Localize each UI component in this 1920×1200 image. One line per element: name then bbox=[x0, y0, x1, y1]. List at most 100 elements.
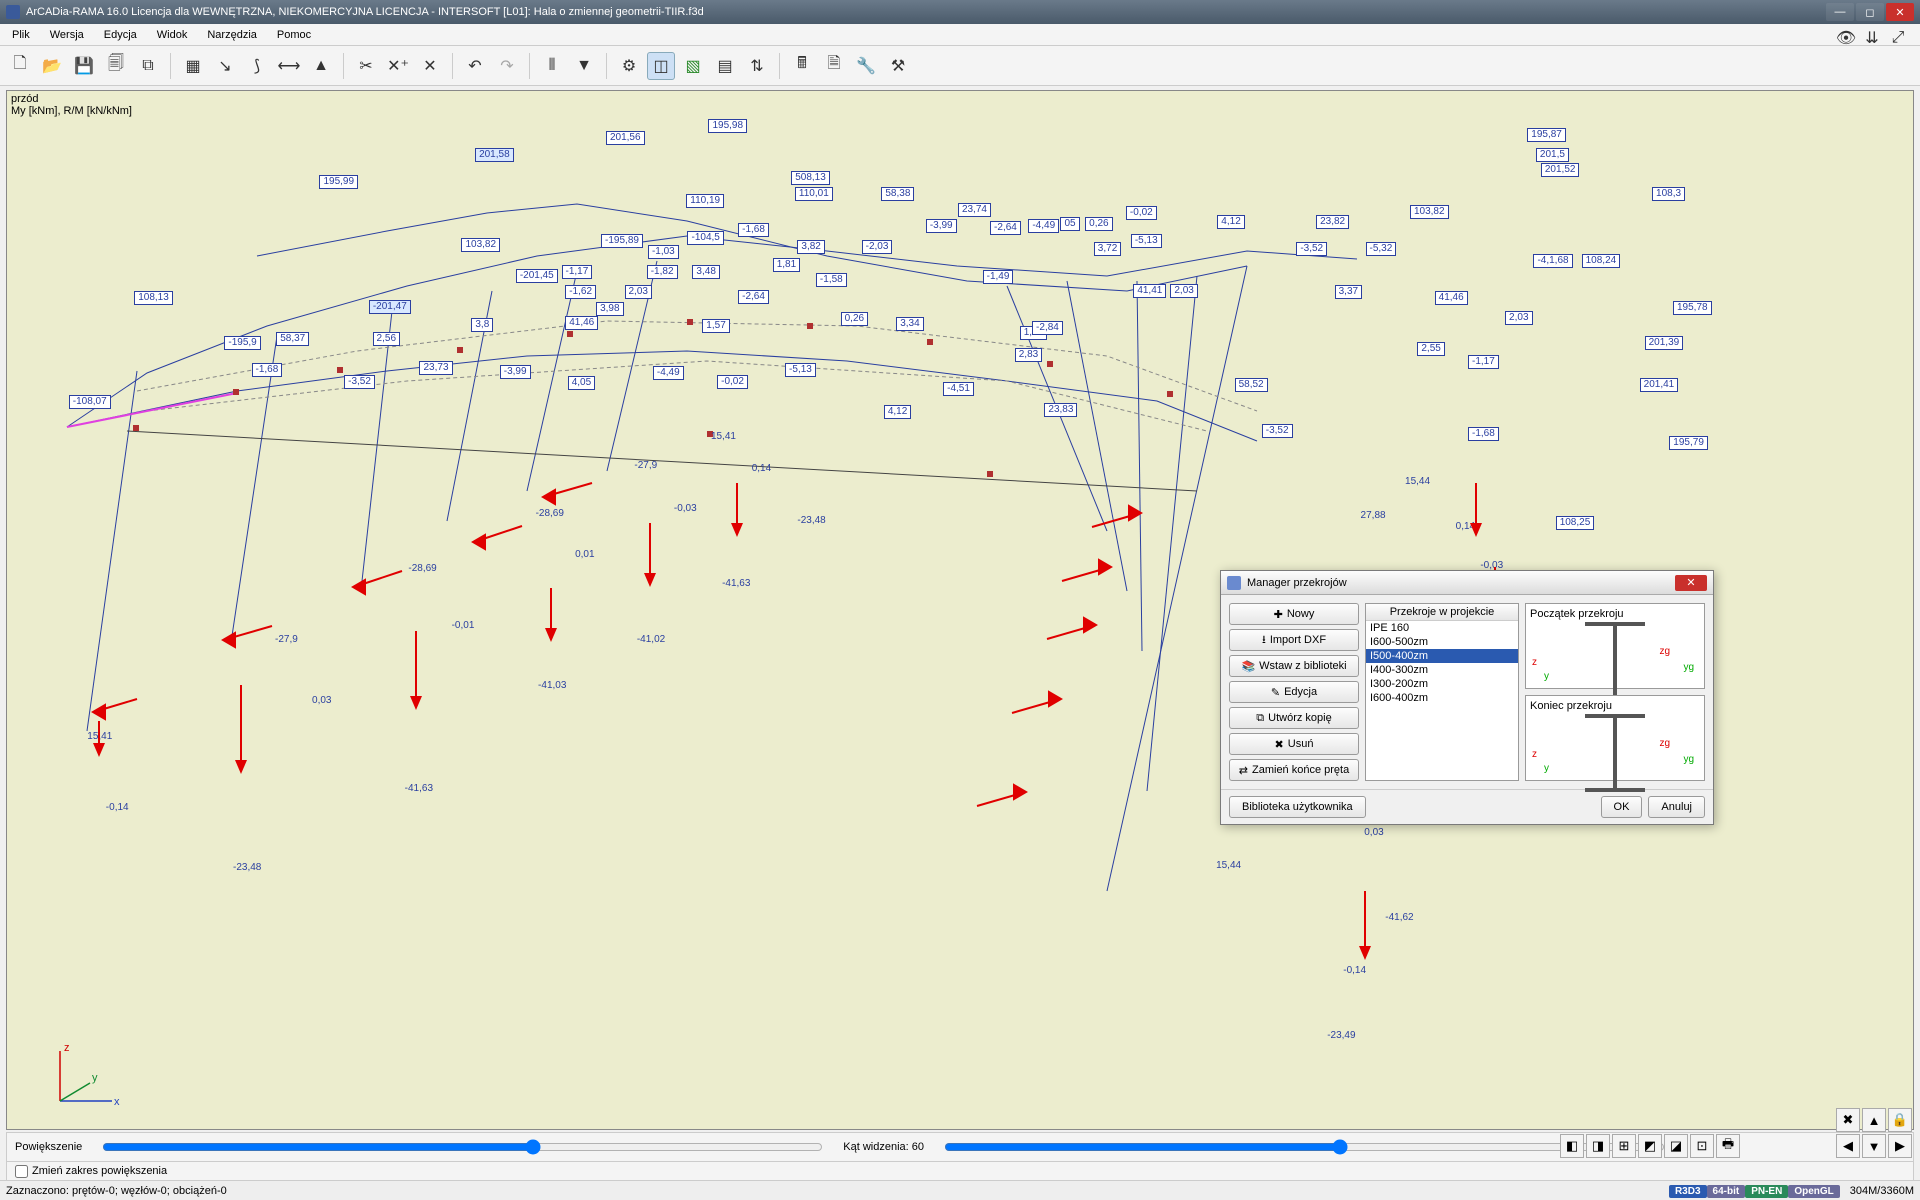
view-side-icon[interactable]: ◨ bbox=[1586, 1134, 1610, 1158]
moment-label: 23,74 bbox=[958, 203, 991, 217]
nav-right-icon[interactable]: ▶ bbox=[1888, 1134, 1912, 1158]
filter-icon[interactable]: ▼ bbox=[570, 52, 598, 80]
view-front-icon[interactable]: ◧ bbox=[1560, 1134, 1584, 1158]
moment-label: -1,17 bbox=[562, 265, 593, 279]
measure-icon[interactable]: ⟷ bbox=[275, 52, 303, 80]
menu-edycja[interactable]: Edycja bbox=[96, 27, 145, 43]
menu-plik[interactable]: Plik bbox=[4, 27, 38, 43]
view3d-icon[interactable]: ◫ bbox=[647, 52, 675, 80]
menu-narzędzia[interactable]: Narzędzia bbox=[199, 27, 265, 43]
zoom-slider[interactable] bbox=[102, 1139, 823, 1155]
moment-label: 23,73 bbox=[419, 361, 452, 375]
generate-icon[interactable]: ⚙ bbox=[615, 52, 643, 80]
trim-icon[interactable]: ✕⁺ bbox=[384, 52, 412, 80]
ok-button[interactable]: OK bbox=[1601, 796, 1643, 818]
grid-icon[interactable]: ▦ bbox=[179, 52, 207, 80]
open-file-icon[interactable]: 📂 bbox=[38, 52, 66, 80]
result-value: 27,88 bbox=[1361, 510, 1386, 521]
moment-label: 2,83 bbox=[1015, 348, 1042, 362]
titlebar: ArCADia-RAMA 16.0 Licencja dla WEWNĘTRZN… bbox=[0, 0, 1920, 24]
moment-label: 108,24 bbox=[1582, 254, 1621, 268]
view-custom-icon[interactable]: ⊡ bbox=[1690, 1134, 1714, 1158]
moment-label: -3,99 bbox=[926, 219, 957, 233]
moment-label: -1,68 bbox=[252, 363, 283, 377]
render-icon[interactable]: ▧ bbox=[679, 52, 707, 80]
moment-label: 4,12 bbox=[884, 405, 911, 419]
section-edycja-button[interactable]: ✎Edycja bbox=[1229, 681, 1359, 703]
section-end-preview: Koniec przekroju zg yg z y bbox=[1525, 695, 1705, 781]
section-import-dxf-button[interactable]: ⭳Import DXF bbox=[1229, 629, 1359, 651]
minimize-button[interactable]: — bbox=[1826, 3, 1854, 21]
moment-label: 05 bbox=[1060, 217, 1079, 231]
section-wstaw-z-biblioteki-button[interactable]: 📚Wstaw z biblioteki bbox=[1229, 655, 1359, 677]
panel-label: Początek przekroju bbox=[1530, 608, 1700, 620]
moment-label: 58,37 bbox=[276, 332, 309, 346]
arc-element-icon[interactable]: ⟆ bbox=[243, 52, 271, 80]
view-iso-icon[interactable]: ◩ bbox=[1638, 1134, 1662, 1158]
settings-icon[interactable]: 🔧 bbox=[852, 52, 880, 80]
section-list-item[interactable]: I400-300zm bbox=[1366, 663, 1518, 677]
memory-status: 304M/3360M bbox=[1850, 1185, 1914, 1197]
moment-label: -104,5 bbox=[687, 231, 723, 245]
nav-left-icon[interactable]: ◀ bbox=[1836, 1134, 1860, 1158]
close-button[interactable]: ✕ bbox=[1886, 3, 1914, 21]
moment-label: -195,9 bbox=[224, 336, 260, 350]
nav-down-icon[interactable]: ▼ bbox=[1862, 1134, 1886, 1158]
view-top-icon[interactable]: ⊞ bbox=[1612, 1134, 1636, 1158]
sections-icon[interactable]: ⚒ bbox=[884, 52, 912, 80]
viewangle-slider[interactable] bbox=[944, 1139, 1665, 1155]
calc-icon[interactable]: 🖩 bbox=[788, 52, 816, 80]
element-icon[interactable]: ↘ bbox=[211, 52, 239, 80]
moment-label: -1,68 bbox=[1468, 427, 1499, 441]
result-value: -28,69 bbox=[408, 563, 436, 574]
result-value: 0,01 bbox=[575, 549, 594, 560]
nav-lock-icon[interactable]: 🔒 bbox=[1888, 1108, 1912, 1132]
moment-label: 110,01 bbox=[795, 187, 833, 201]
maximize-button[interactable]: ◻ bbox=[1856, 3, 1884, 21]
section-nowy-button[interactable]: ✚Nowy bbox=[1229, 603, 1359, 625]
print-icon[interactable]: 🖶 bbox=[1716, 1134, 1740, 1158]
moment-label: 23,83 bbox=[1044, 403, 1077, 417]
report-icon[interactable]: 🗎 bbox=[820, 52, 848, 80]
app-icon bbox=[6, 5, 20, 19]
section-list-item[interactable]: I500-400zm bbox=[1366, 649, 1518, 663]
section-list-item[interactable]: I600-400zm bbox=[1366, 691, 1518, 705]
recent-icon[interactable]: 🗐 bbox=[102, 52, 130, 80]
cancel-button[interactable]: Anuluj bbox=[1648, 796, 1705, 818]
expand-icon[interactable]: ⤢ bbox=[1886, 28, 1910, 48]
reaction-arrow-head bbox=[731, 523, 743, 537]
section-usuń-button[interactable]: ✖Usuń bbox=[1229, 733, 1359, 755]
profiles-icon[interactable]: ⦀ bbox=[538, 52, 566, 80]
duplicate-icon[interactable]: ⧉ bbox=[134, 52, 162, 80]
results-icon[interactable]: ▤ bbox=[711, 52, 739, 80]
moment-label: -1,03 bbox=[648, 245, 679, 259]
redo-icon[interactable]: ↷ bbox=[493, 52, 521, 80]
undo-icon[interactable]: ↶ bbox=[461, 52, 489, 80]
chart-icon[interactable]: ⇅ bbox=[743, 52, 771, 80]
moment-label: 2,55 bbox=[1417, 342, 1444, 356]
eye-icon[interactable]: 👁 bbox=[1834, 28, 1858, 48]
delete-icon[interactable]: ✕ bbox=[416, 52, 444, 80]
section-list-item[interactable]: I300-200zm bbox=[1366, 677, 1518, 691]
menu-wersja[interactable]: Wersja bbox=[42, 27, 92, 43]
nav-home-icon[interactable]: ✖ bbox=[1836, 1108, 1860, 1132]
menu-widok[interactable]: Widok bbox=[149, 27, 196, 43]
section-list-item[interactable]: I600-500zm bbox=[1366, 635, 1518, 649]
menu-pomoc[interactable]: Pomoc bbox=[269, 27, 319, 43]
moment-label: 0,26 bbox=[1085, 217, 1112, 231]
save-file-icon[interactable]: 💾 bbox=[70, 52, 98, 80]
new-file-icon[interactable]: 🗋 bbox=[6, 52, 34, 80]
section-utwórz-kopię-button[interactable]: ⧉Utwórz kopię bbox=[1229, 707, 1359, 729]
cut-icon[interactable]: ✂ bbox=[352, 52, 380, 80]
zoomrange-checkbox[interactable] bbox=[15, 1165, 28, 1178]
result-value: -0,14 bbox=[106, 802, 129, 813]
support-icon[interactable]: ▲ bbox=[307, 52, 335, 80]
section-list-item[interactable]: IPE 160 bbox=[1366, 621, 1518, 635]
collapse-icon[interactable]: ⇊ bbox=[1860, 28, 1884, 48]
dialog-close-icon[interactable]: ✕ bbox=[1675, 575, 1707, 591]
user-library-button[interactable]: Biblioteka użytkownika bbox=[1229, 796, 1366, 818]
section-zamień-końce-pręta-button[interactable]: ⇄Zamień końce pręta bbox=[1229, 759, 1359, 781]
view-persp-icon[interactable]: ◪ bbox=[1664, 1134, 1688, 1158]
nav-up-icon[interactable]: ▲ bbox=[1862, 1108, 1886, 1132]
dialog-titlebar[interactable]: Manager przekrojów ✕ bbox=[1221, 571, 1713, 595]
